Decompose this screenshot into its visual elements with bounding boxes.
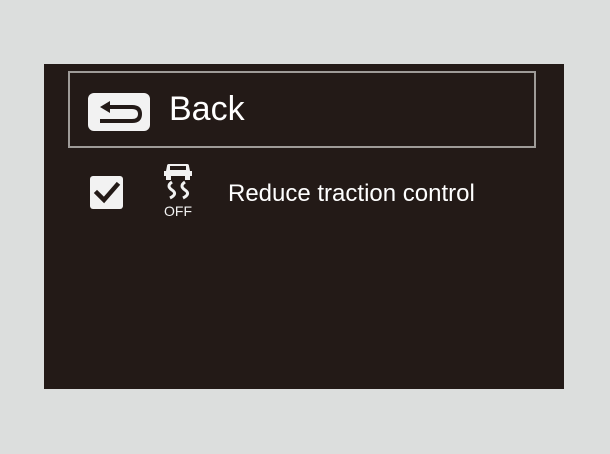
settings-screen: Back OFF Reduce traction control	[44, 64, 564, 389]
back-button[interactable]: Back	[68, 71, 536, 148]
reduce-traction-control-option[interactable]: OFF Reduce traction control	[44, 158, 564, 230]
traction-off-text: OFF	[164, 203, 192, 219]
reduce-traction-control-label: Reduce traction control	[228, 180, 475, 207]
reduce-traction-control-checkbox[interactable]	[90, 176, 123, 209]
back-arrow-icon	[88, 93, 150, 131]
back-label: Back	[169, 90, 245, 128]
traction-control-off-icon: OFF	[158, 162, 198, 222]
